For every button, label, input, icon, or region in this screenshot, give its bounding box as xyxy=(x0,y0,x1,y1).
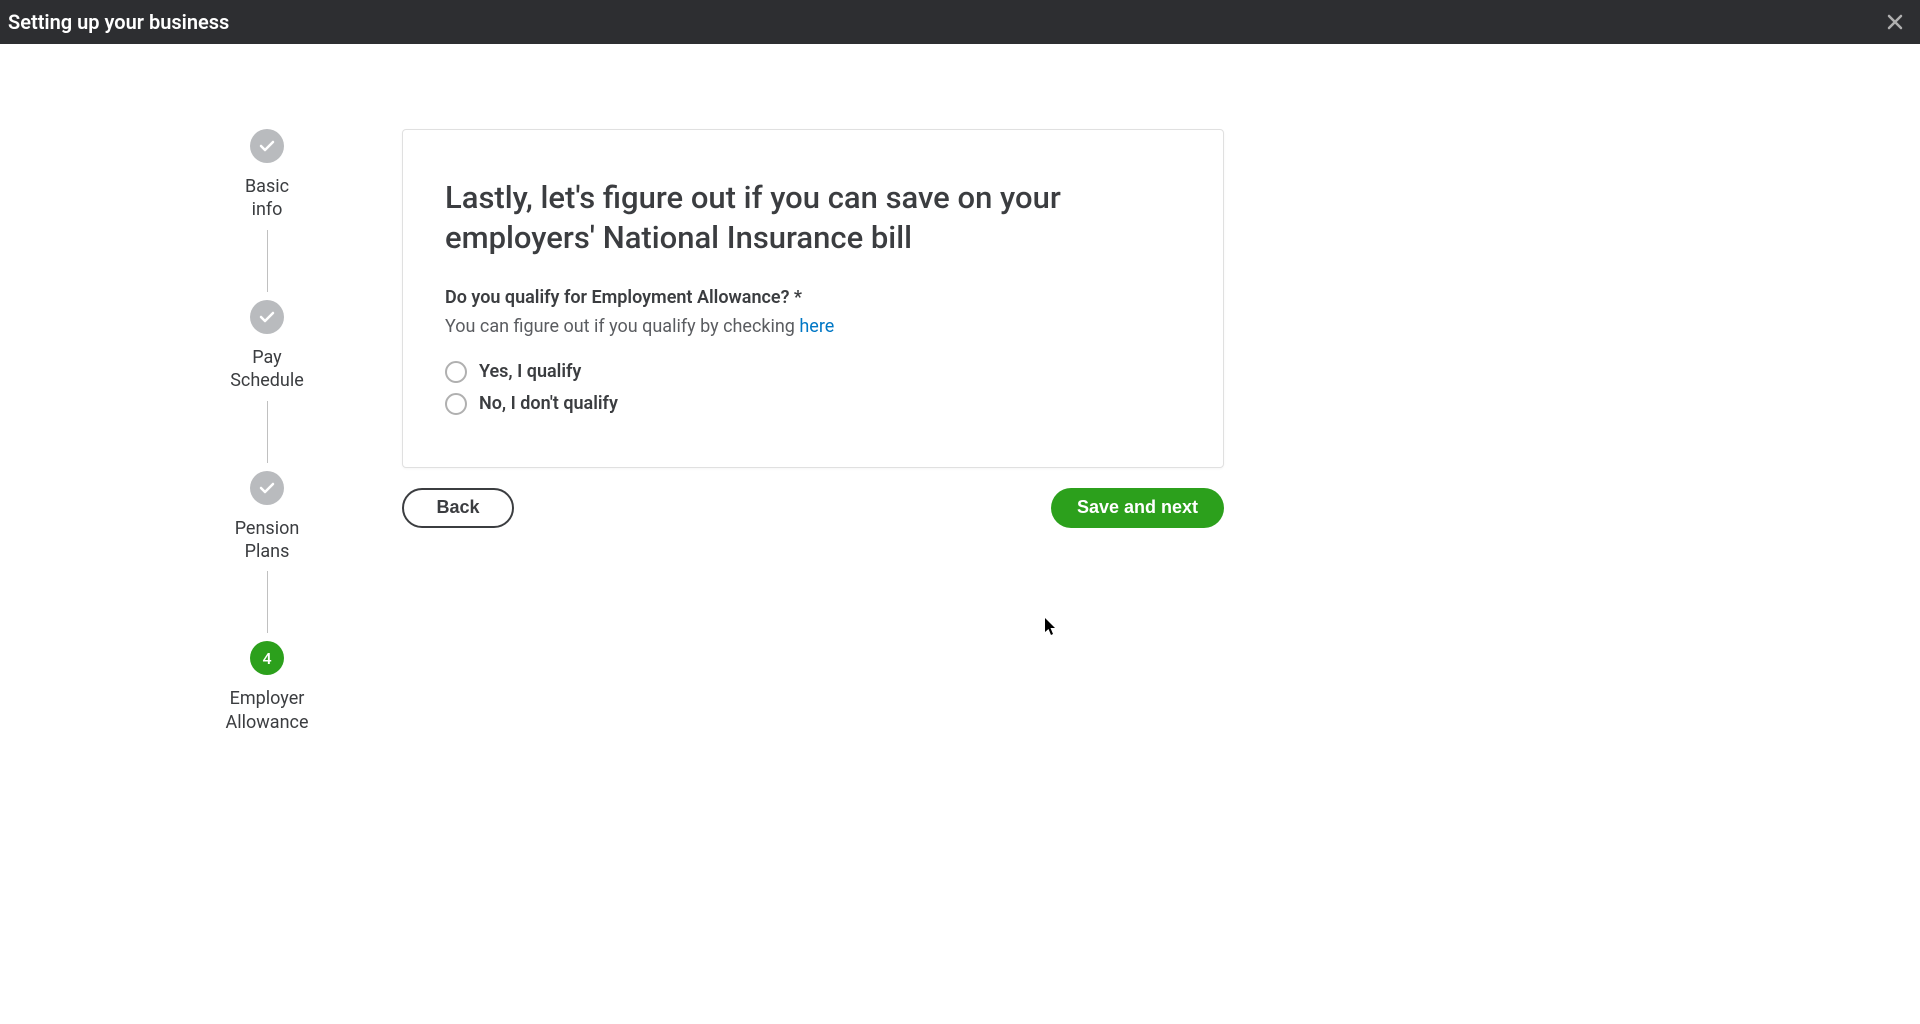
step-basic-info: Basic info xyxy=(245,129,289,222)
radio-option-no[interactable]: No, I don't qualify xyxy=(445,393,1173,415)
step-label: Pay Schedule xyxy=(230,346,304,393)
check-icon xyxy=(258,308,276,326)
step-pension-plans: Pension Plans xyxy=(235,471,300,564)
radio-circle-icon xyxy=(445,361,467,383)
radio-option-yes[interactable]: Yes, I qualify xyxy=(445,361,1173,383)
stepper: Basic info Pay Schedule xyxy=(192,129,342,734)
save-next-button[interactable]: Save and next xyxy=(1051,488,1224,528)
radio-label: No, I don't qualify xyxy=(479,393,618,414)
step-label: Employer Allowance xyxy=(226,687,309,734)
step-circle-completed xyxy=(250,471,284,505)
step-employer-allowance: 4 Employer Allowance xyxy=(226,641,309,734)
modal-title: Setting up your business xyxy=(8,10,229,34)
step-connector xyxy=(267,401,268,463)
card-title: Lastly, let's figure out if you can save… xyxy=(445,178,1173,259)
step-circle-completed xyxy=(250,129,284,163)
step-circle-active: 4 xyxy=(250,641,284,675)
step-label: Basic info xyxy=(245,175,289,222)
modal-header: Setting up your business xyxy=(0,0,1920,44)
step-circle-completed xyxy=(250,300,284,334)
step-label: Pension Plans xyxy=(235,517,300,564)
form-card: Lastly, let's figure out if you can save… xyxy=(402,129,1224,468)
question-label: Do you qualify for Employment Allowance?… xyxy=(445,287,1173,308)
radio-circle-icon xyxy=(445,393,467,415)
radio-group: Yes, I qualify No, I don't qualify xyxy=(445,361,1173,415)
helper-link[interactable]: here xyxy=(799,316,834,337)
step-connector xyxy=(267,230,268,292)
content-area: Basic info Pay Schedule xyxy=(0,44,1920,734)
step-pay-schedule: Pay Schedule xyxy=(230,300,304,393)
check-icon xyxy=(258,479,276,497)
check-icon xyxy=(258,137,276,155)
step-connector xyxy=(267,571,268,633)
close-button[interactable] xyxy=(1880,7,1910,37)
back-button[interactable]: Back xyxy=(402,488,514,528)
radio-label: Yes, I qualify xyxy=(479,361,581,382)
button-row: Back Save and next xyxy=(402,488,1224,528)
helper-text: You can figure out if you qualify by che… xyxy=(445,316,1173,337)
close-icon xyxy=(1885,12,1905,32)
helper-prefix: You can figure out if you qualify by che… xyxy=(445,316,799,337)
main-panel: Lastly, let's figure out if you can save… xyxy=(402,129,1224,734)
